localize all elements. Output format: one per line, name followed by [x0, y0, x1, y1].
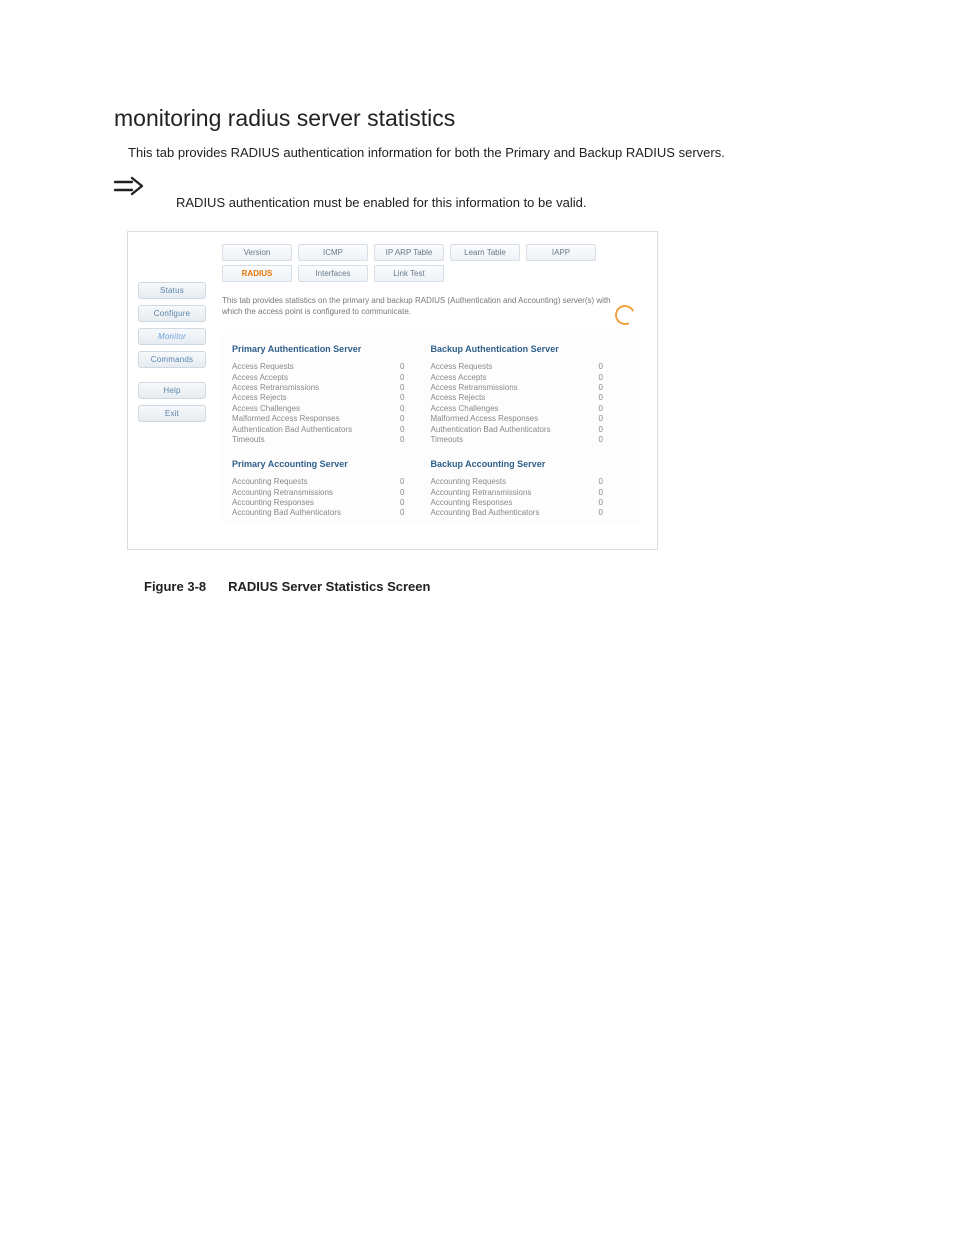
stat-row: Accounting Retransmissions0: [232, 488, 431, 498]
intro-text: This tab provides RADIUS authentication …: [128, 144, 834, 162]
figure-label: Figure 3-8: [144, 579, 206, 594]
section-title: Primary Accounting Server: [232, 459, 431, 469]
stat-row: Accounting Requests0: [431, 477, 630, 487]
stat-row: Access Accepts0: [232, 373, 431, 383]
section-title: Primary Authentication Server: [232, 344, 431, 354]
stat-row: Accounting Responses0: [431, 498, 630, 508]
tab-strip: Version ICMP IP ARP Table Learn Table IAPP RA…: [222, 244, 639, 286]
stat-row: Malformed Access Responses0: [232, 414, 431, 424]
stat-row: Access Requests0: [431, 362, 630, 372]
stat-row: Timeouts0: [431, 435, 630, 445]
note-text: RADIUS authentication must be enabled fo…: [176, 194, 586, 212]
stat-row: Accounting Bad Authenticators0: [431, 508, 630, 518]
tab-version[interactable]: Version: [222, 244, 292, 261]
stat-row: Accounting Responses0: [232, 498, 431, 508]
stat-row: Accounting Requests0: [232, 477, 431, 487]
tab-ip-arp-table[interactable]: IP ARP Table: [374, 244, 444, 261]
sidebar-item-monitor[interactable]: Monitor: [138, 328, 206, 345]
tab-icmp[interactable]: ICMP: [298, 244, 368, 261]
sidebar-item-commands[interactable]: Commands: [138, 351, 206, 368]
stat-row: Access Challenges0: [431, 404, 630, 414]
stat-row: Access Rejects0: [431, 393, 630, 403]
section-title: Backup Authentication Server: [431, 344, 630, 354]
stat-row: Access Requests0: [232, 362, 431, 372]
figure-caption: Figure 3-8 RADIUS Server Statistics Scree…: [144, 579, 834, 594]
page-title: monitoring radius server statistics: [114, 105, 834, 132]
tab-radius[interactable]: RADIUS: [222, 265, 292, 282]
refresh-icon: [612, 302, 638, 328]
screenshot-panel: Status Configure Monitor Commands Help Exit V…: [128, 232, 657, 548]
stat-row: Authentication Bad Authenticators0: [232, 425, 431, 435]
tab-iapp[interactable]: IAPP: [526, 244, 596, 261]
tab-link-test[interactable]: Link Test: [374, 265, 444, 282]
stat-row: Timeouts0: [232, 435, 431, 445]
stat-row: Access Retransmissions0: [232, 383, 431, 393]
tab-learn-table[interactable]: Learn Table: [450, 244, 520, 261]
stat-row: Access Challenges0: [232, 404, 431, 414]
stat-row: Access Retransmissions0: [431, 383, 630, 393]
section-title: Backup Accounting Server: [431, 459, 630, 469]
tab-interfaces[interactable]: Interfaces: [298, 265, 368, 282]
figure-title: RADIUS Server Statistics Screen: [228, 579, 430, 594]
side-nav: Status Configure Monitor Commands Help Exit: [130, 244, 218, 522]
sidebar-item-help[interactable]: Help: [138, 382, 206, 399]
stat-row: Accounting Retransmissions0: [431, 488, 630, 498]
stat-row: Access Accepts0: [431, 373, 630, 383]
sidebar-item-exit[interactable]: Exit: [138, 405, 206, 422]
note-block: RADIUS authentication must be enabled fo…: [112, 180, 834, 212]
note-arrow-icon: [112, 176, 146, 196]
stat-row: Authentication Bad Authenticators0: [431, 425, 630, 435]
stat-row: Accounting Bad Authenticators0: [232, 508, 431, 518]
sidebar-item-status[interactable]: Status: [138, 282, 206, 299]
stat-row: Malformed Access Responses0: [431, 414, 630, 424]
stat-row: Access Rejects0: [232, 393, 431, 403]
sidebar-item-configure[interactable]: Configure: [138, 305, 206, 322]
